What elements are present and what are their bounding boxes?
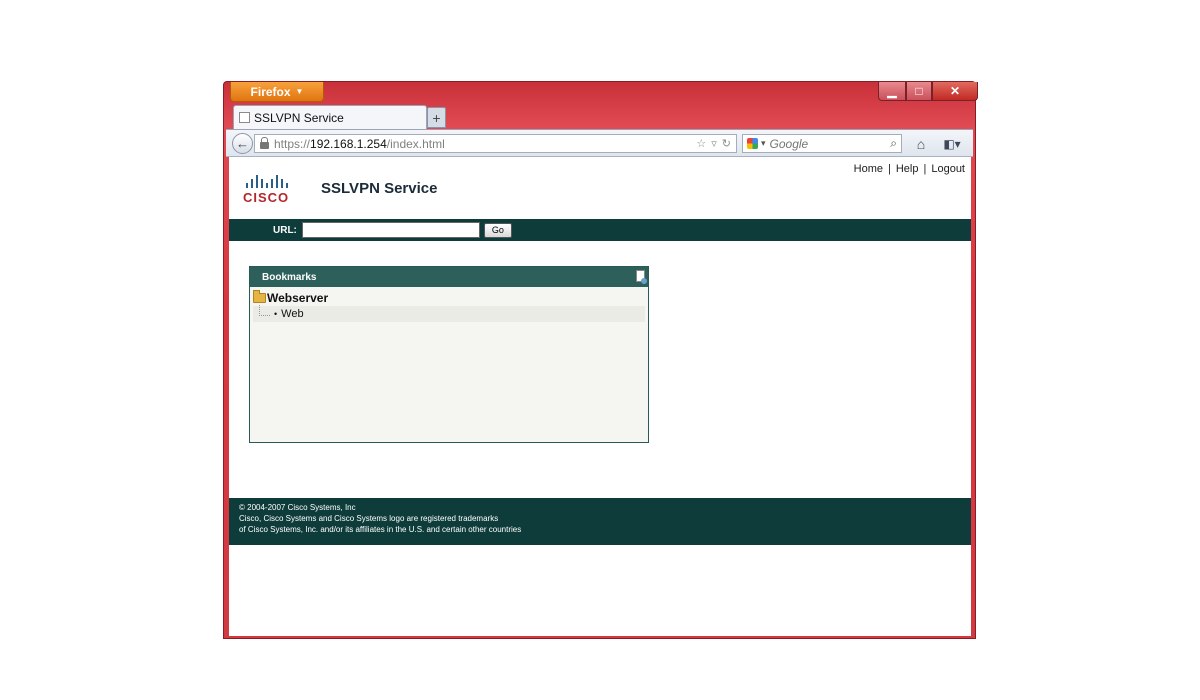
address-bar-tools: ☆ ▿ ↻ (696, 135, 731, 152)
url-path: /index.html (386, 136, 445, 151)
bookmark-link-web[interactable]: Web (281, 308, 303, 320)
google-icon[interactable] (747, 138, 758, 149)
search-input[interactable] (769, 136, 880, 151)
history-dropdown-icon[interactable]: ▿ (711, 137, 717, 150)
help-link[interactable]: Help (896, 163, 919, 175)
cisco-logo: CISCO (243, 175, 303, 207)
reload-icon[interactable]: ↻ (722, 137, 731, 150)
bookmark-folder[interactable]: Webserver (250, 289, 648, 306)
page-footer: © 2004-2007 Cisco Systems, Inc Cisco, Ci… (229, 498, 971, 545)
url-input[interactable] (301, 222, 480, 238)
page-title: SSLVPN Service (321, 180, 438, 197)
link-separator: | (888, 163, 891, 175)
folder-name: Webserver (267, 290, 329, 305)
navigation-toolbar: ← https://192.168.1.254/index.html ☆ ▿ ↻… (226, 129, 973, 157)
bookmark-star-icon[interactable]: ☆ (696, 137, 706, 150)
bookmarks-panel: Bookmarks Webserver • Web (249, 266, 649, 443)
cisco-bars-icon (246, 175, 303, 188)
back-arrow-icon: ← (236, 136, 249, 151)
address-bar[interactable]: https://192.168.1.254/index.html ☆ ▿ ↻ (254, 134, 737, 153)
window-controls: ▁ □ ✕ (878, 82, 978, 101)
trademark-line-2: of Cisco Systems, Inc. and/or its affili… (239, 525, 522, 534)
back-button[interactable]: ← (232, 133, 253, 154)
new-tab-button[interactable]: + (427, 107, 446, 128)
home-button[interactable]: ⌂ (912, 135, 930, 153)
cisco-wordmark: CISCO (243, 190, 290, 205)
bookmarks-sidebar-icon: ◧▾ (943, 137, 961, 151)
copyright-line: © 2004-2007 Cisco Systems, Inc (239, 503, 356, 512)
home-link[interactable]: Home (854, 163, 883, 175)
tab-title: SSLVPN Service (254, 110, 344, 125)
bullet-icon: • (274, 309, 278, 319)
trademark-line-1: Cisco, Cisco Systems and Cisco Systems l… (239, 514, 499, 523)
firefox-menu-label: Firefox (250, 84, 291, 99)
chevron-down-icon: ▼ (295, 87, 304, 96)
maximize-button[interactable]: □ (906, 82, 932, 101)
url-entry-bar: URL: Go (229, 219, 971, 241)
url-label: URL: (273, 224, 297, 236)
bookmarks-menu-button[interactable]: ◧▾ (938, 135, 966, 153)
page-favicon-icon (239, 112, 250, 123)
tree-connector (259, 304, 270, 316)
logout-link[interactable]: Logout (931, 163, 965, 175)
link-separator: | (923, 163, 927, 175)
url-scheme: https:// (274, 136, 311, 151)
url-host: 192.168.1.254 (310, 136, 387, 151)
page-content: Home | Help | Logout CISCO SSLVPN Service UR… (229, 157, 971, 636)
lock-icon (260, 137, 269, 149)
go-button[interactable]: Go (483, 222, 512, 238)
search-icon[interactable]: ⌕ (890, 136, 897, 151)
folder-open-icon (253, 289, 266, 303)
tab-sslvpn-service[interactable]: SSLVPN Service (233, 105, 427, 129)
home-icon: ⌂ (916, 136, 926, 152)
browser-window: Firefox ▼ ▁ □ ✕ SSLVPN Service + ← https… (223, 81, 978, 639)
search-engine-dropdown-icon[interactable]: ▾ (761, 138, 766, 149)
edit-bookmarks-icon[interactable] (636, 270, 647, 284)
list-item[interactable]: • Web (253, 304, 645, 322)
top-links: Home | Help | Logout (854, 163, 965, 175)
bookmarks-header: Bookmarks (250, 267, 648, 287)
minimize-button[interactable]: ▁ (878, 82, 906, 101)
search-box[interactable]: ▾ ⌕ (742, 134, 902, 153)
close-button[interactable]: ✕ (932, 82, 978, 101)
bookmarks-title: Bookmarks (262, 271, 317, 283)
firefox-menu-button[interactable]: Firefox ▼ (230, 82, 324, 102)
